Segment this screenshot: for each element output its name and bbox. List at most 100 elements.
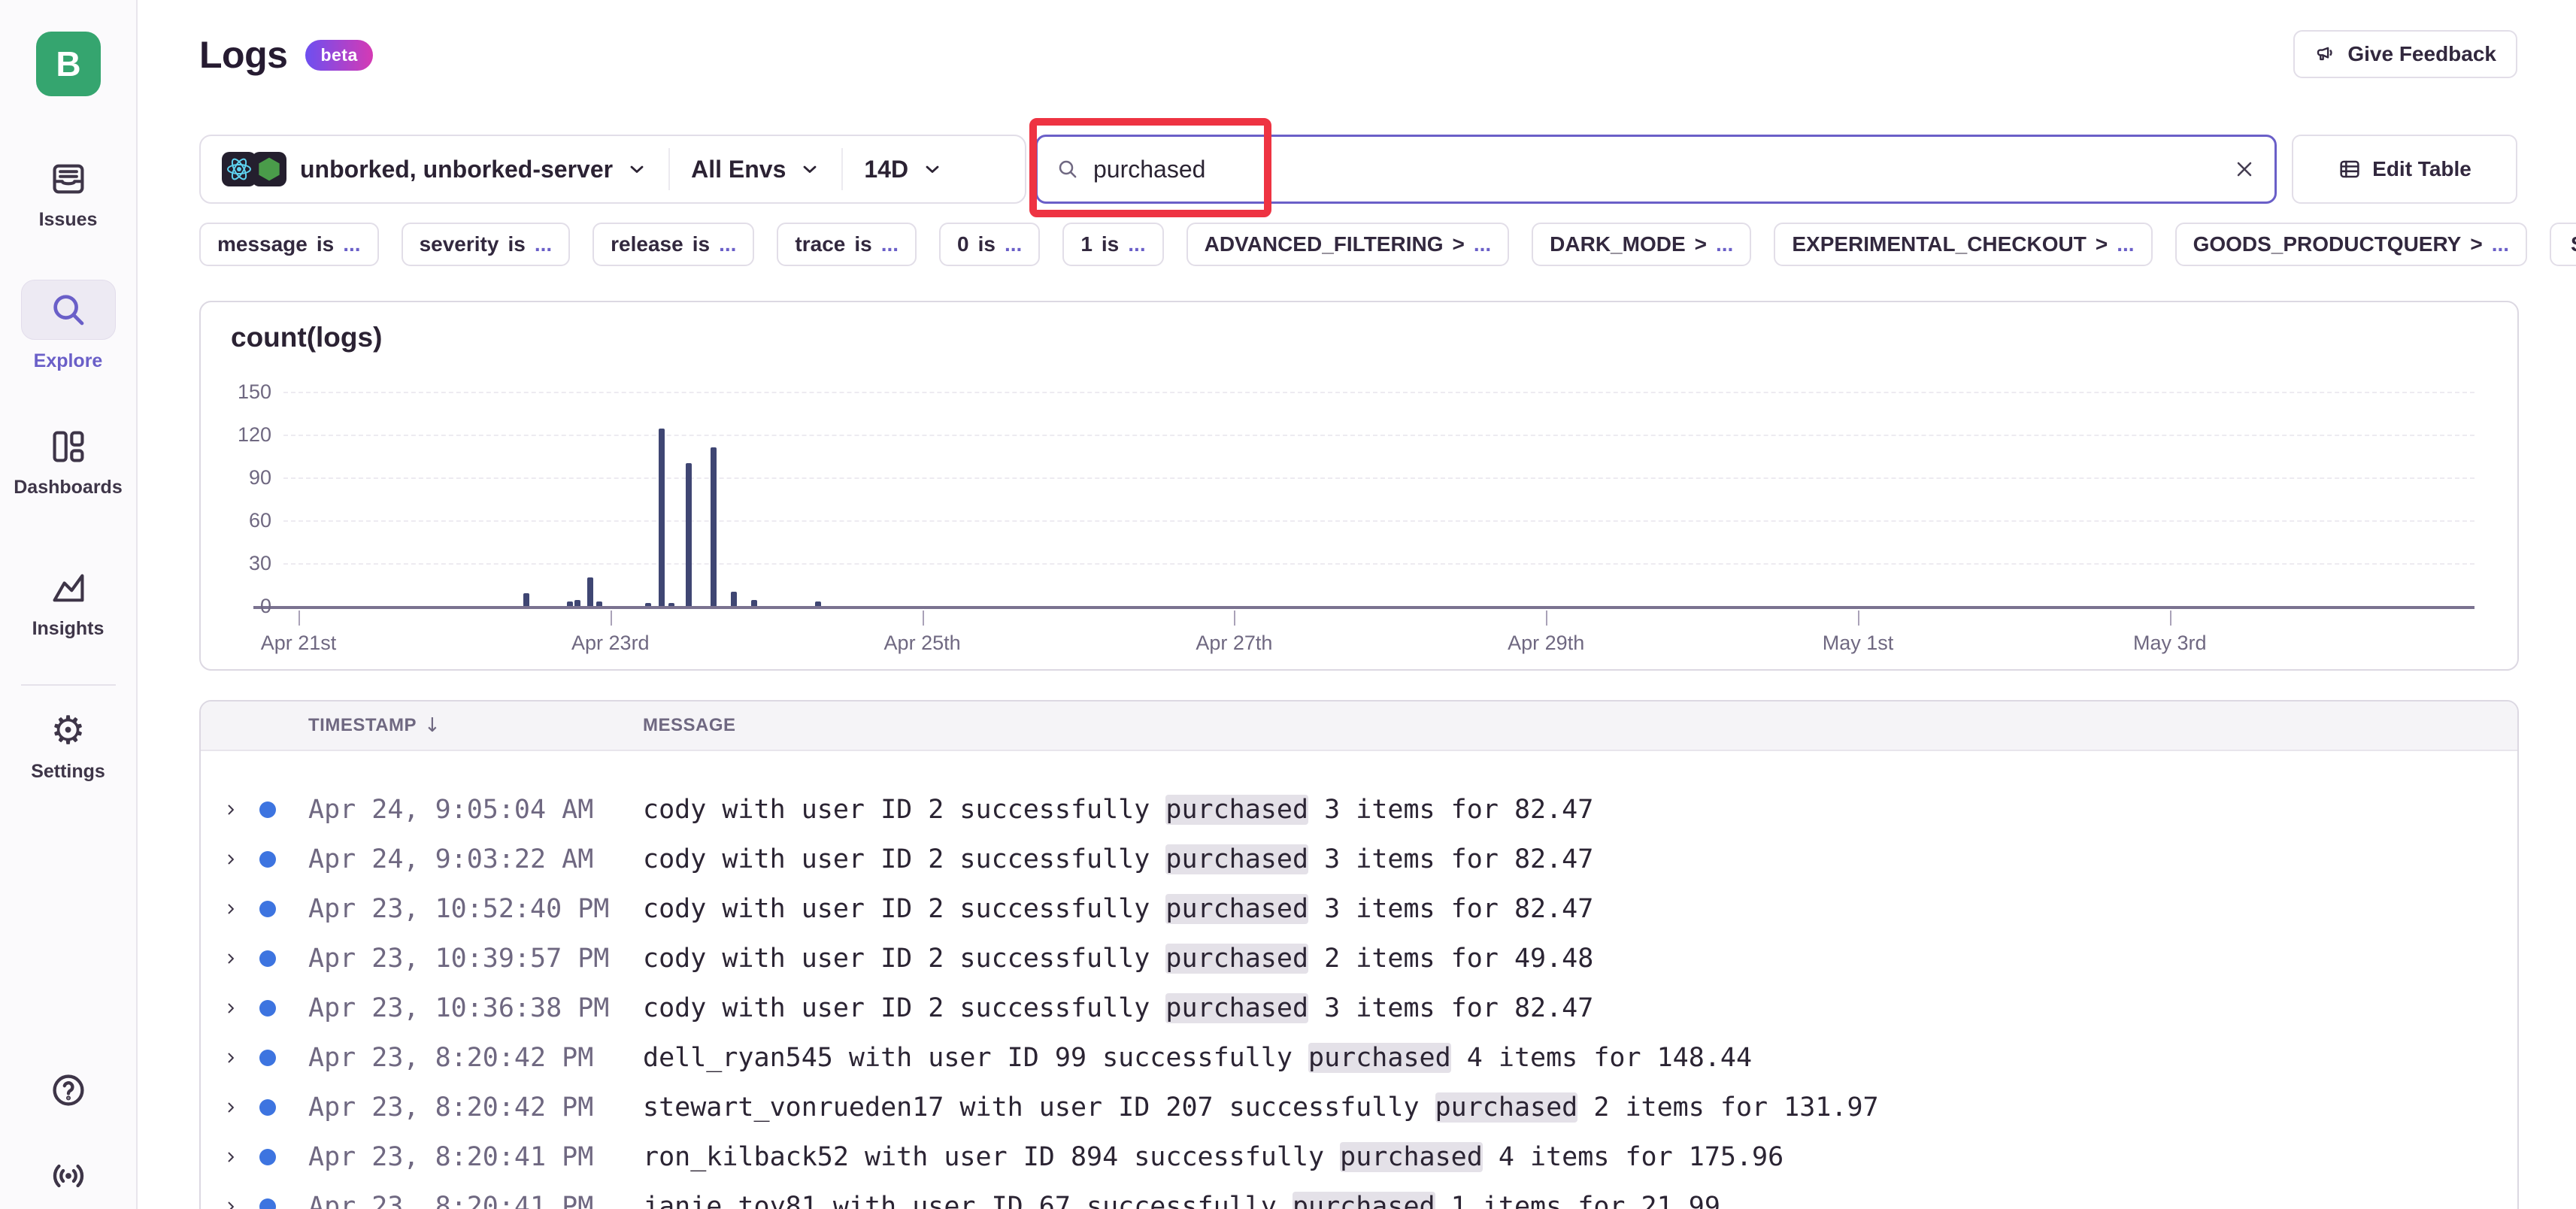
chart-gridline: [283, 392, 2474, 393]
clear-search-icon[interactable]: [2232, 157, 2256, 181]
expand-chevron-icon[interactable]: [223, 1100, 259, 1115]
log-table-row[interactable]: Apr 23, 8:20:41 PMron_kilback52 with use…: [201, 1132, 2517, 1182]
sidebar: B Issues Explore: [0, 0, 138, 1209]
filter-chip-value: ...: [1474, 232, 1491, 256]
page-header: Logs beta: [199, 33, 373, 77]
log-level-dot: [259, 901, 276, 917]
see-full-list-button[interactable]: See full list: [2550, 223, 2576, 266]
filter-chip-key: 0: [957, 232, 969, 256]
sidebar-item-dashboards[interactable]: Dashboards: [0, 427, 136, 498]
chart-bar: [686, 463, 692, 606]
sidebar-item-settings[interactable]: ⚙ Settings: [0, 711, 136, 783]
org-avatar[interactable]: B: [36, 32, 101, 96]
log-level-cell: [259, 950, 308, 967]
column-header-message: MESSAGE: [643, 715, 2517, 736]
expand-chevron-icon[interactable]: [223, 1199, 259, 1209]
search-match-highlight: purchased: [1165, 944, 1308, 974]
log-message: cody with user ID 2 successfully purchas…: [643, 795, 2517, 825]
log-table-row[interactable]: Apr 24, 9:05:04 AMcody with user ID 2 su…: [201, 785, 2517, 835]
logs-table: TIMESTAMP ↓ MESSAGE Apr 24, 9:05:04 AMco…: [199, 700, 2519, 1209]
filter-chip-operator: is: [508, 232, 525, 256]
y-axis-tick-label: 90: [211, 465, 271, 489]
help-button[interactable]: [0, 1071, 136, 1110]
x-axis-tick: [923, 611, 924, 626]
log-table-row[interactable]: Apr 23, 8:20:41 PMjanie_toy81 with user …: [201, 1182, 2517, 1209]
search-match-highlight: purchased: [1165, 993, 1308, 1023]
chart-bar: [574, 600, 580, 606]
filter-chip[interactable]: severityis...: [402, 223, 571, 266]
log-table-row[interactable]: Apr 23, 8:20:42 PMstewart_vonrueden17 wi…: [201, 1083, 2517, 1132]
log-message: cody with user ID 2 successfully purchas…: [643, 993, 2517, 1023]
search-match-highlight: purchased: [1308, 1043, 1451, 1073]
filter-chip[interactable]: DARK_MODE>...: [1532, 223, 1751, 266]
edit-table-button[interactable]: Edit Table: [2292, 135, 2517, 204]
log-level-cell: [259, 1149, 308, 1165]
log-timestamp: Apr 23, 8:20:42 PM: [308, 1092, 643, 1123]
expand-chevron-icon[interactable]: [223, 1050, 259, 1065]
expand-chevron-icon[interactable]: [223, 852, 259, 867]
search-match-highlight: purchased: [1165, 844, 1308, 874]
log-message: ron_kilback52 with user ID 894 successfu…: [643, 1142, 2517, 1172]
log-table-row[interactable]: Apr 23, 10:39:57 PMcody with user ID 2 s…: [201, 934, 2517, 983]
y-axis-tick-label: 60: [211, 508, 271, 532]
filter-key-chips: message is... severityis... releaseis... tra…: [199, 223, 2576, 266]
log-table-row[interactable]: Apr 24, 9:03:22 AMcody with user ID 2 su…: [201, 835, 2517, 884]
give-feedback-button[interactable]: Give Feedback: [2293, 30, 2517, 78]
chart-bar: [751, 600, 757, 606]
filter-chip-value: ...: [1005, 232, 1022, 256]
filter-chip[interactable]: 0is...: [939, 223, 1040, 266]
log-level-cell: [259, 851, 308, 868]
page-title: Logs: [199, 33, 287, 77]
log-level-dot: [259, 1099, 276, 1116]
filter-chip[interactable]: releaseis...: [592, 223, 754, 266]
filter-chip[interactable]: traceis...: [777, 223, 917, 266]
filter-chip[interactable]: messageis...: [199, 223, 379, 266]
filter-chip[interactable]: GOODS_PRODUCTQUERY>...: [2175, 223, 2527, 266]
expand-chevron-icon[interactable]: [223, 802, 259, 817]
log-level-dot: [259, 851, 276, 868]
log-timestamp: Apr 23, 8:20:41 PM: [308, 1142, 643, 1172]
log-timestamp: Apr 23, 8:20:42 PM: [308, 1043, 643, 1073]
log-table-row[interactable]: Apr 23, 8:20:42 PMdell_ryan545 with user…: [201, 1033, 2517, 1083]
filter-chip-key: message: [217, 232, 308, 256]
log-level-dot: [259, 1149, 276, 1165]
filter-chip[interactable]: EXPERIMENTAL_CHECKOUT>...: [1774, 223, 2152, 266]
date-range-selector[interactable]: 14D: [843, 136, 964, 202]
log-level-cell: [259, 1099, 308, 1116]
sidebar-item-issues[interactable]: Issues: [0, 159, 136, 231]
filter-chip-value: ...: [881, 232, 899, 256]
log-level-cell: [259, 1198, 308, 1209]
filter-chip-operator: is: [317, 232, 334, 256]
chart-bar: [596, 601, 602, 606]
sidebar-item-insights[interactable]: Insights: [0, 568, 136, 640]
chart-bar: [815, 601, 821, 606]
x-axis-tick: [1546, 611, 1547, 626]
chart-bar: [567, 601, 573, 606]
sidebar-divider: [21, 684, 116, 686]
expand-chevron-icon[interactable]: [223, 1001, 259, 1016]
log-table-row[interactable]: Apr 23, 10:52:40 PMcody with user ID 2 s…: [201, 884, 2517, 934]
expand-chevron-icon[interactable]: [223, 1150, 259, 1165]
sidebar-item-explore[interactable]: Explore: [0, 280, 136, 372]
whats-new-button[interactable]: [0, 1156, 136, 1195]
log-message: cody with user ID 2 successfully purchas…: [643, 894, 2517, 924]
log-level-dot: [259, 950, 276, 967]
x-axis-tick-label: May 3rd: [2095, 632, 2245, 655]
filter-chip[interactable]: 1is...: [1062, 223, 1163, 266]
x-axis-tick-label: Apr 27th: [1159, 632, 1309, 655]
filter-chip-operator: >: [1695, 232, 1707, 256]
log-table-row[interactable]: Apr 23, 10:36:38 PMcody with user ID 2 s…: [201, 983, 2517, 1033]
search-match-highlight: purchased: [1340, 1142, 1483, 1172]
environment-selector[interactable]: All Envs: [670, 136, 841, 202]
filter-chip[interactable]: ADVANCED_FILTERING>...: [1186, 223, 1510, 266]
column-header-timestamp[interactable]: TIMESTAMP ↓: [308, 714, 643, 737]
log-level-cell: [259, 801, 308, 818]
log-message: cody with user ID 2 successfully purchas…: [643, 944, 2517, 974]
project-selector-value: unborked, unborked-server: [300, 156, 613, 183]
sidebar-item-label: Insights: [32, 618, 105, 640]
chart-title: count(logs): [231, 322, 382, 353]
expand-chevron-icon[interactable]: [223, 951, 259, 966]
log-timestamp: Apr 23, 8:20:41 PM: [308, 1192, 643, 1209]
expand-chevron-icon[interactable]: [223, 901, 259, 917]
project-selector[interactable]: unborked, unborked-server: [201, 136, 668, 202]
